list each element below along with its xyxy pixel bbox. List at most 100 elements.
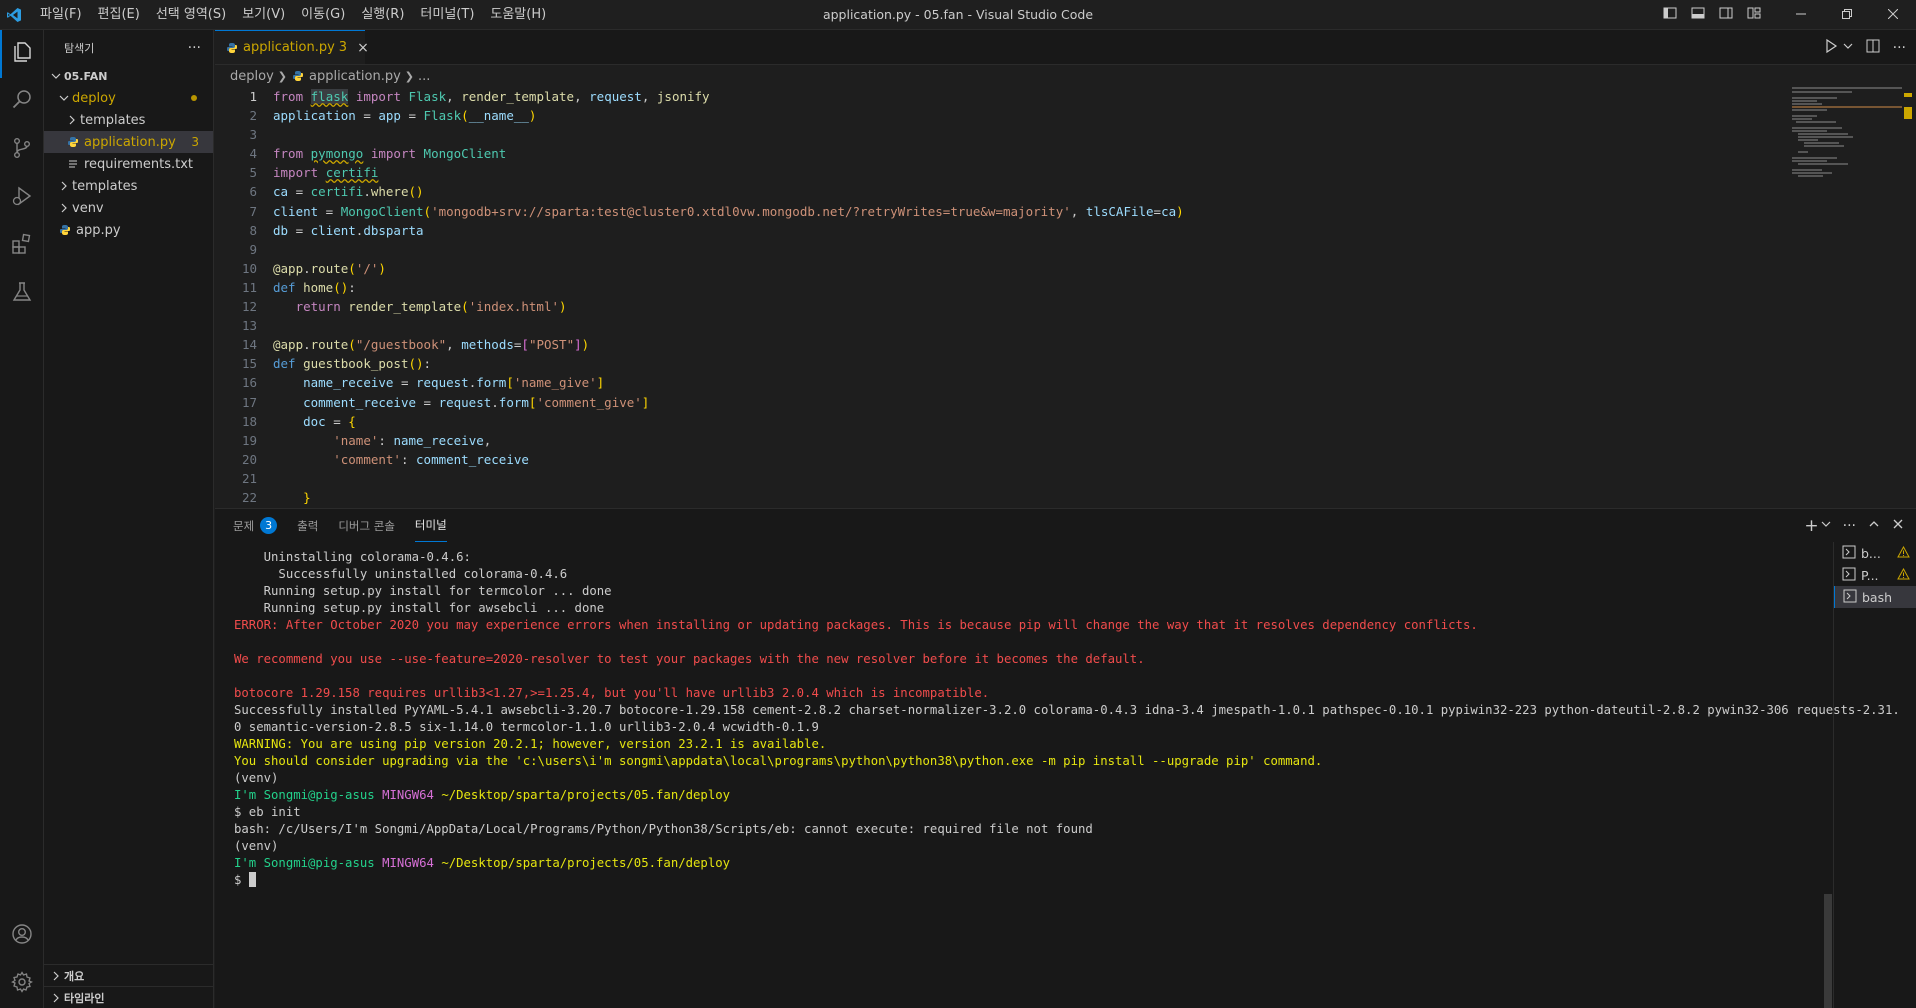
- code-text: return render_template('index.html'): [295, 299, 567, 315]
- activity-testing[interactable]: [0, 270, 44, 318]
- timeline-label: 타임라인: [64, 991, 105, 1005]
- terminal-line: (venv): [234, 839, 279, 853]
- menu-view[interactable]: 보기(V): [234, 0, 293, 30]
- customize-layout-button[interactable]: [1740, 0, 1768, 30]
- tree-item-label: venv: [72, 200, 104, 216]
- breadcrumb-deploy[interactable]: deploy: [230, 69, 274, 84]
- workspace-root-label: 05.FAN: [64, 69, 108, 83]
- terminal-tab-1[interactable]: b...: [1834, 542, 1916, 564]
- breadcrumb-symbol[interactable]: ...: [418, 69, 430, 84]
- prompt-user: I'm Songmi@pig-asus: [234, 856, 375, 870]
- close-window-button[interactable]: [1870, 0, 1916, 30]
- terminal-tab-label: bash: [1862, 589, 1893, 605]
- tree-item-templates[interactable]: templates: [44, 175, 213, 197]
- toggle-secondary-sidebar-button[interactable]: [1712, 0, 1740, 30]
- tree-item-requirements[interactable]: requirements.txt: [44, 153, 213, 175]
- activity-explorer[interactable]: [0, 30, 44, 78]
- tab-problems[interactable]: 문제 3: [233, 509, 278, 542]
- editor-scrollbar[interactable]: [1902, 87, 1916, 508]
- terminal-tab-2[interactable]: P...: [1834, 564, 1916, 586]
- menu-edit[interactable]: 편집(E): [90, 0, 148, 30]
- menu-help[interactable]: 도움말(H): [482, 0, 554, 30]
- run-python-button[interactable]: [1823, 38, 1839, 58]
- tree-item-label: requirements.txt: [84, 156, 194, 172]
- activity-source-control[interactable]: [0, 126, 44, 174]
- sidebar-left-icon: [1662, 5, 1678, 25]
- line-number: 22: [241, 489, 257, 505]
- close-panel-button[interactable]: [1892, 518, 1904, 534]
- tree-item-deploy-templates[interactable]: templates: [44, 109, 213, 131]
- account-icon: [10, 922, 34, 950]
- terminal-line: Running setup.py install for awsebcli ..…: [234, 601, 605, 615]
- warning-icon: [1897, 567, 1910, 583]
- explorer-header: 탐색기 ···: [44, 30, 213, 65]
- files-icon: [11, 40, 35, 68]
- editor-actions: ···: [1823, 30, 1906, 65]
- tree-item-deploy[interactable]: deploy: [44, 87, 213, 109]
- maximize-panel-button[interactable]: [1868, 518, 1880, 534]
- terminal-prompt-line: I'm Songmi@pig-asus MINGW64 ~/Desktop/sp…: [234, 855, 1916, 872]
- new-terminal-button[interactable]: +: [1804, 516, 1818, 536]
- line-number: 3: [249, 127, 257, 143]
- code-line: 17 comment_receive = request.form['comme…: [215, 393, 1785, 412]
- activity-extensions[interactable]: [0, 222, 44, 270]
- explorer-sidebar: 탐색기 ··· 05.FAN deploy templates applicat…: [44, 30, 214, 1008]
- timeline-section[interactable]: 타임라인: [44, 986, 214, 1008]
- toggle-primary-sidebar-button[interactable]: [1656, 0, 1684, 30]
- prompt-path: ~/Desktop/sparta/projects/05.fan/deploy: [441, 856, 731, 870]
- terminal-tab-bash[interactable]: bash: [1834, 586, 1916, 608]
- line-number: 18: [241, 413, 257, 429]
- chevron-right-icon: [48, 993, 64, 1003]
- code-line: 10 @app.route('/'): [215, 259, 1785, 278]
- tab-debug-console[interactable]: 디버그 콘솔: [338, 509, 395, 542]
- chevron-down-icon[interactable]: [1843, 40, 1853, 55]
- line-number: 8: [249, 222, 257, 238]
- terminal-input-line[interactable]: $: [234, 872, 1916, 889]
- tree-item-app-py[interactable]: app.py: [44, 219, 213, 241]
- activity-search[interactable]: [0, 78, 44, 126]
- terminal-output[interactable]: Uninstalling colorama-0.4.6: Successfull…: [234, 549, 1916, 889]
- tab-output[interactable]: 출력: [297, 509, 318, 542]
- code-line: 3: [215, 125, 1785, 144]
- tab-application-py[interactable]: application.py 3 ×: [215, 30, 369, 64]
- code-line: 9: [215, 240, 1785, 259]
- tab-terminal[interactable]: 터미널: [414, 509, 447, 542]
- tree-item-venv[interactable]: venv: [44, 197, 213, 219]
- terminal-error-line: We recommend you use --use-feature=2020-…: [234, 652, 1145, 666]
- tab-close-button[interactable]: ×: [357, 40, 369, 56]
- menu-go[interactable]: 이동(G): [293, 0, 353, 30]
- minimize-button[interactable]: [1778, 0, 1824, 30]
- code-line: 15 def guestbook_post():: [215, 354, 1785, 373]
- prompt-shell: MINGW64: [382, 788, 434, 802]
- menu-terminal[interactable]: 터미널(T): [412, 0, 482, 30]
- restore-button[interactable]: [1824, 0, 1870, 30]
- activity-accounts[interactable]: [0, 912, 44, 960]
- title-controls: [1656, 0, 1916, 30]
- breadcrumb-file[interactable]: application.py: [309, 69, 401, 84]
- code-editor[interactable]: 1 from flask import Flask, render_templat…: [215, 87, 1785, 508]
- terminal-line: Successfully uninstalled colorama-0.4.6: [234, 567, 568, 581]
- editor-more-button[interactable]: ···: [1893, 40, 1906, 56]
- toggle-panel-button[interactable]: [1684, 0, 1712, 30]
- outline-section[interactable]: 개요: [44, 964, 214, 986]
- terminal-scrollbar[interactable]: [1824, 894, 1832, 1008]
- tab-problem-count: 3: [338, 40, 348, 55]
- tab-debug-console-label: 디버그 콘솔: [338, 518, 395, 533]
- split-editor-button[interactable]: [1865, 38, 1881, 58]
- minimap[interactable]: [1792, 87, 1902, 187]
- chevron-down-icon[interactable]: [1821, 518, 1831, 533]
- tree-item-label: app.py: [76, 222, 121, 238]
- menu-file[interactable]: 파일(F): [32, 0, 90, 30]
- tree-item-application-py[interactable]: application.py 3: [44, 131, 213, 153]
- python-file-icon: [58, 224, 72, 236]
- panel-more-button[interactable]: ···: [1843, 518, 1856, 534]
- code-line: 7 client = MongoClient('mongodb+srv://spa…: [215, 202, 1785, 221]
- menu-selection[interactable]: 선택 영역(S): [148, 0, 234, 30]
- workspace-root[interactable]: 05.FAN: [44, 65, 213, 87]
- menu-run[interactable]: 실행(R): [353, 0, 412, 30]
- activity-manage[interactable]: [0, 960, 44, 1008]
- explorer-more-button[interactable]: ···: [188, 40, 201, 56]
- vscode-logo-icon: [0, 0, 28, 30]
- activity-run-debug[interactable]: [0, 174, 44, 222]
- tab-terminal-label: 터미널: [414, 518, 447, 532]
